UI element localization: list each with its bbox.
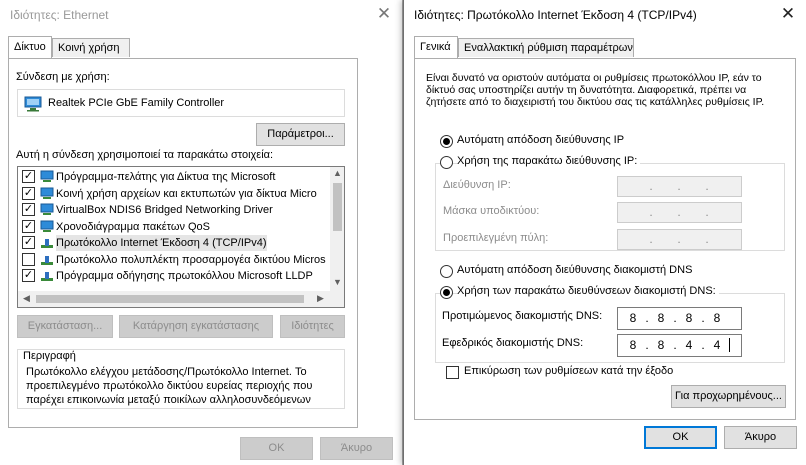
components-list[interactable]: ✓ Πρόγραμμα-πελάτης για Δίκτυα της Micros… bbox=[17, 166, 345, 308]
item-label: Πρόγραμμα οδήγησης πρωτοκόλλου Microsoft… bbox=[56, 270, 313, 282]
item-label: Χρονοδιάγραμμα πακέτων QoS bbox=[56, 220, 211, 233]
ok-button[interactable]: OK bbox=[644, 426, 717, 449]
alternate-dns-octet-1[interactable]: 8 bbox=[622, 337, 644, 354]
validate-label[interactable]: Επικύρωση των ρυθμίσεων κατά την έξοδο bbox=[464, 365, 673, 377]
advanced-button[interactable]: Για προχωρημένους... bbox=[671, 385, 786, 408]
auto-ip-label[interactable]: Αυτόματη απόδοση διεύθυνσης IP bbox=[457, 134, 624, 146]
item-label: Πρωτόκολλο Internet Έκδοση 4 (TCP/IPv4) bbox=[56, 235, 267, 251]
preferred-dns-label: Προτιμώμενος διακομιστής DNS: bbox=[442, 310, 603, 322]
description-group: Περιγραφή Πρωτόκολλο ελέγχου μετάδοσης/Π… bbox=[17, 349, 345, 409]
protocol-icon bbox=[41, 272, 53, 281]
item-checkbox[interactable]: ✓ bbox=[22, 186, 35, 200]
close-icon[interactable]: ✕ bbox=[376, 5, 392, 22]
manual-ip-radio[interactable] bbox=[440, 156, 453, 169]
preferred-dns-field[interactable]: 8 . 8 . 8 . 8 bbox=[617, 307, 742, 330]
general-tab-panel: Είναι δυνατό να οριστούν αυτόματα οι ρυθ… bbox=[414, 58, 796, 420]
auto-dns-radio[interactable] bbox=[440, 265, 453, 278]
validate-checkbox[interactable] bbox=[446, 366, 459, 379]
preferred-dns-octet-1[interactable]: 8 bbox=[622, 310, 644, 327]
scroll-right-arrow-icon[interactable]: ▶ bbox=[314, 293, 327, 304]
tab-network[interactable]: Δίκτυο bbox=[8, 36, 52, 58]
cancel-button[interactable]: Άκυρο bbox=[724, 426, 797, 449]
subnet-mask-label: Μάσκα υποδικτύου: bbox=[443, 205, 540, 217]
default-gateway-label: Προεπιλεγμένη πύλη: bbox=[443, 232, 549, 244]
item-checkbox[interactable]: ✓ bbox=[22, 269, 35, 282]
auto-ip-radio[interactable] bbox=[440, 135, 453, 148]
item-label: Πρωτόκολλο πολυπλέκτη προσαρμογέα δικτύο… bbox=[56, 253, 326, 266]
items-label: Αυτή η σύνδεση χρησιμοποιεί τα παρακάτω … bbox=[16, 149, 274, 161]
item-checkbox[interactable]: ✓ bbox=[22, 236, 35, 249]
intro-text: Είναι δυνατό να οριστούν αυτόματα οι ρυθ… bbox=[426, 72, 765, 108]
scroll-down-arrow-icon[interactable]: ▼ bbox=[331, 277, 344, 287]
window-title: Ιδιότητες: Ethernet bbox=[10, 8, 109, 22]
install-button[interactable]: Εγκατάσταση... bbox=[17, 315, 113, 338]
preferred-dns-octet-3[interactable]: 8 bbox=[678, 310, 700, 327]
uninstall-button[interactable]: Κατάργηση εγκατάστασης bbox=[119, 315, 273, 338]
manual-ip-label[interactable]: Χρήση της παρακάτω διεύθυνσης IP: bbox=[457, 155, 641, 167]
ip-address-label: Διεύθυνση IP: bbox=[443, 179, 511, 191]
network-client-icon bbox=[40, 170, 54, 182]
protocol-icon bbox=[41, 255, 53, 265]
window-title: Ιδιότητες: Πρωτόκολλο Internet Έκδοση 4 … bbox=[414, 8, 697, 22]
default-gateway-field[interactable]: ... bbox=[617, 229, 742, 250]
connect-using-label: Σύνδεση με χρήση: bbox=[16, 71, 110, 83]
tab-alternate-configuration[interactable]: Εναλλακτική ρύθμιση παραμέτρων bbox=[458, 38, 634, 57]
alternate-dns-octet-4[interactable]: 4 bbox=[706, 337, 728, 354]
manual-dns-radio[interactable] bbox=[440, 286, 453, 299]
ip-address-field[interactable]: ... bbox=[617, 176, 742, 197]
ipv4-properties-window: Ιδιότητες: Πρωτόκολλο Internet Έκδοση 4 … bbox=[403, 0, 806, 465]
vertical-scrollbar[interactable]: ▲ ▼ bbox=[330, 167, 344, 291]
alternate-dns-octet-2[interactable]: 8 bbox=[650, 337, 672, 354]
network-adapter-icon bbox=[24, 96, 42, 112]
cancel-button[interactable]: Άκυρο bbox=[320, 437, 393, 460]
item-label: Πρόγραμμα-πελάτης για Δίκτυα της Microso… bbox=[56, 171, 276, 183]
adapter-box: Realtek PCIe GbE Family Controller bbox=[17, 89, 345, 117]
horizontal-scrollbar[interactable]: ◀ ▶ bbox=[18, 291, 344, 307]
network-client-icon bbox=[40, 220, 54, 232]
tab-sharing[interactable]: Κοινή χρήση bbox=[52, 38, 130, 57]
item-checkbox[interactable] bbox=[22, 252, 35, 266]
network-client-icon bbox=[40, 203, 54, 215]
alternate-dns-octet-3[interactable]: 4 bbox=[678, 337, 700, 354]
close-icon[interactable]: ✕ bbox=[780, 5, 796, 22]
item-label: VirtualBox NDIS6 Bridged Networking Driv… bbox=[56, 204, 273, 216]
item-checkbox[interactable]: ✓ bbox=[22, 219, 35, 233]
item-checkbox[interactable]: ✓ bbox=[22, 203, 35, 216]
network-client-icon bbox=[40, 187, 54, 199]
properties-button[interactable]: Ιδιότητες bbox=[280, 315, 345, 338]
manual-dns-label[interactable]: Χρήση των παρακάτω διευθύνσεων διακομιστ… bbox=[457, 285, 719, 297]
scroll-up-arrow-icon[interactable]: ▲ bbox=[331, 168, 344, 178]
vertical-scroll-thumb[interactable] bbox=[333, 183, 342, 231]
horizontal-scroll-thumb[interactable] bbox=[36, 295, 304, 303]
title-bar: Ιδιότητες: Πρωτόκολλο Internet Έκδοση 4 … bbox=[404, 0, 806, 30]
ethernet-properties-window: Ιδιότητες: Ethernet ✕ Δίκτυο Κοινή χρήση… bbox=[0, 0, 403, 465]
tab-general[interactable]: Γενικά bbox=[414, 36, 458, 58]
text-cursor bbox=[729, 338, 730, 352]
item-label: Κοινή χρήση αρχείων και εκτυπωτών για δί… bbox=[56, 187, 317, 200]
configure-button[interactable]: Παράμετροι... bbox=[256, 123, 345, 146]
alternate-dns-field[interactable]: 8 . 8 . 4 . 4 bbox=[617, 334, 742, 357]
alternate-dns-label: Εφεδρικός διακομιστής DNS: bbox=[442, 337, 584, 349]
network-tab-panel: Σύνδεση με χρήση: Realtek PCIe GbE Famil… bbox=[8, 58, 358, 428]
scroll-left-arrow-icon[interactable]: ◀ bbox=[20, 293, 33, 304]
auto-dns-label[interactable]: Αυτόματη απόδοση διεύθυνσης διακομιστή D… bbox=[457, 264, 692, 276]
preferred-dns-octet-2[interactable]: 8 bbox=[650, 310, 672, 327]
title-bar: Ιδιότητες: Ethernet ✕ bbox=[0, 0, 402, 30]
protocol-icon bbox=[41, 239, 53, 248]
preferred-dns-octet-4[interactable]: 8 bbox=[706, 310, 728, 327]
ok-button[interactable]: ΟΚ bbox=[240, 437, 313, 460]
item-checkbox[interactable]: ✓ bbox=[22, 170, 35, 183]
description-title: Περιγραφή bbox=[23, 350, 76, 362]
description-text: Πρωτόκολλο ελέγχου μετάδοσης/Πρωτόκολλο … bbox=[26, 366, 313, 406]
subnet-mask-field[interactable]: ... bbox=[617, 202, 742, 223]
adapter-name: Realtek PCIe GbE Family Controller bbox=[48, 97, 225, 109]
